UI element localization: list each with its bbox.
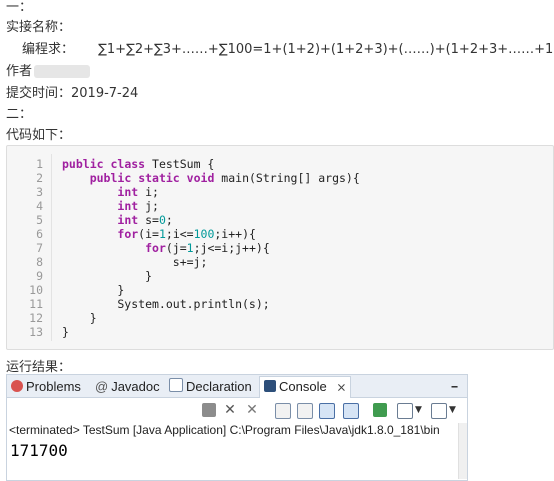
line-number: 7 bbox=[36, 241, 43, 255]
code-text: } bbox=[62, 269, 153, 283]
declaration-icon bbox=[169, 378, 183, 392]
code-text: System.out.println(s); bbox=[62, 297, 270, 311]
at-icon: @ bbox=[95, 379, 109, 394]
display-console-icon[interactable] bbox=[397, 403, 413, 419]
code-line: 7 for(j=1;j<=i;j++){ bbox=[7, 241, 270, 255]
requirement-row: 编程求： ∑1+∑2+∑3+……+∑100=1+(1+2)+(1+2+3)+(…… bbox=[22, 38, 554, 57]
code-label: 代码如下： bbox=[6, 128, 72, 143]
console-output: 171700 bbox=[10, 441, 68, 460]
code-text: int s=0; bbox=[117, 213, 173, 227]
code-text: public static void main(String[] args){ bbox=[89, 171, 360, 185]
tab-javadoc[interactable]: @ Javadoc bbox=[95, 377, 160, 396]
section-one-heading: 一： bbox=[6, 0, 33, 15]
line-number: 2 bbox=[36, 171, 43, 185]
show-on-stderr-icon[interactable] bbox=[343, 403, 359, 419]
line-number: 10 bbox=[29, 283, 43, 297]
requirement-label: 编程求： bbox=[22, 42, 75, 57]
pin-console-icon[interactable] bbox=[373, 403, 387, 417]
section-two-heading: 二： bbox=[6, 107, 33, 122]
code-text: } bbox=[62, 325, 69, 339]
minimize-icon[interactable]: 🗕 bbox=[451, 377, 458, 396]
tab-console-label: Console bbox=[279, 379, 327, 394]
line-number: 4 bbox=[36, 199, 43, 213]
code-line: 4 int j; bbox=[7, 199, 159, 213]
redacted-author-name bbox=[34, 65, 91, 78]
code-line: 10 } bbox=[7, 283, 124, 297]
code-line: 3 int i; bbox=[7, 185, 159, 199]
submit-time: 提交时间：2019-7-24 bbox=[6, 86, 139, 101]
code-line: 8 s+=j; bbox=[7, 255, 207, 269]
remove-launch-icon[interactable]: ✕ bbox=[223, 403, 237, 417]
code-text: int i; bbox=[117, 185, 159, 199]
chevron-down-icon[interactable]: ▼ bbox=[415, 403, 423, 417]
show-on-stdout-icon[interactable] bbox=[319, 403, 335, 419]
code-text: } bbox=[62, 311, 97, 325]
line-number: 13 bbox=[29, 325, 43, 339]
code-line: 1 public class TestSum { bbox=[7, 157, 214, 171]
console-icon bbox=[264, 380, 276, 392]
open-console-icon[interactable] bbox=[431, 403, 447, 419]
tab-declaration[interactable]: Declaration bbox=[169, 377, 252, 396]
tab-problems[interactable]: Problems bbox=[11, 377, 81, 396]
code-text: int j; bbox=[117, 199, 159, 213]
tab-javadoc-label: Javadoc bbox=[111, 379, 160, 394]
code-block: 1 public class TestSum {2 public static v… bbox=[6, 145, 554, 350]
code-text: public class TestSum { bbox=[62, 157, 215, 171]
vertical-scrollbar[interactable] bbox=[458, 423, 467, 479]
eclipse-console-view: Problems @ Javadoc Declaration Console ⨯ … bbox=[6, 374, 468, 481]
tab-declaration-label: Declaration bbox=[186, 379, 252, 394]
code-text: for(i=1;i<=100;i++){ bbox=[117, 227, 256, 241]
remove-all-launches-icon[interactable]: ✕ bbox=[245, 403, 259, 417]
code-line: 11 System.out.println(s); bbox=[7, 297, 270, 311]
code-text: } bbox=[62, 283, 125, 297]
chevron-down-icon[interactable]: ▼ bbox=[449, 403, 457, 417]
console-status: <terminated> TestSum [Java Application] … bbox=[9, 423, 440, 437]
run-result-label: 运行结果： bbox=[6, 360, 72, 375]
code-text: for(j=1;j<=i;j++){ bbox=[145, 241, 270, 255]
line-number: 1 bbox=[36, 157, 43, 171]
line-number: 6 bbox=[36, 227, 43, 241]
view-tab-bar: Problems @ Javadoc Declaration Console ⨯ … bbox=[7, 375, 467, 398]
line-number: 12 bbox=[29, 311, 43, 325]
scroll-lock-icon[interactable] bbox=[297, 403, 313, 419]
close-icon[interactable]: ⨯ bbox=[336, 380, 346, 394]
code-line: 13} bbox=[7, 325, 69, 339]
clear-console-icon[interactable] bbox=[275, 403, 291, 419]
code-text: s+=j; bbox=[62, 255, 208, 269]
line-number: 5 bbox=[36, 213, 43, 227]
code-line: 5 int s=0; bbox=[7, 213, 173, 227]
code-line: 9 } bbox=[7, 269, 152, 283]
console-toolbar: ✕ ✕ ▼ ▼ bbox=[7, 397, 467, 423]
gutter-separator bbox=[51, 154, 52, 341]
experiment-name-label: 实接名称： bbox=[6, 20, 72, 35]
code-line: 2 public static void main(String[] args)… bbox=[7, 171, 360, 185]
line-number: 11 bbox=[29, 297, 43, 311]
line-number: 8 bbox=[36, 255, 43, 269]
author-label: 作者 bbox=[6, 64, 33, 79]
tab-problems-label: Problems bbox=[26, 379, 81, 394]
line-number: 9 bbox=[36, 269, 43, 283]
problems-icon bbox=[11, 380, 23, 392]
line-number: 3 bbox=[36, 185, 43, 199]
code-line: 6 for(i=1;i<=100;i++){ bbox=[7, 227, 256, 241]
tab-console[interactable]: Console ⨯ bbox=[259, 376, 352, 398]
requirement-formula: ∑1+∑2+∑3+……+∑100=1+(1+2)+(1+2+3)+(……)+(1… bbox=[98, 42, 554, 57]
terminate-icon[interactable] bbox=[202, 403, 216, 417]
author-row: 作者 bbox=[6, 60, 91, 79]
code-line: 12 } bbox=[7, 311, 96, 325]
